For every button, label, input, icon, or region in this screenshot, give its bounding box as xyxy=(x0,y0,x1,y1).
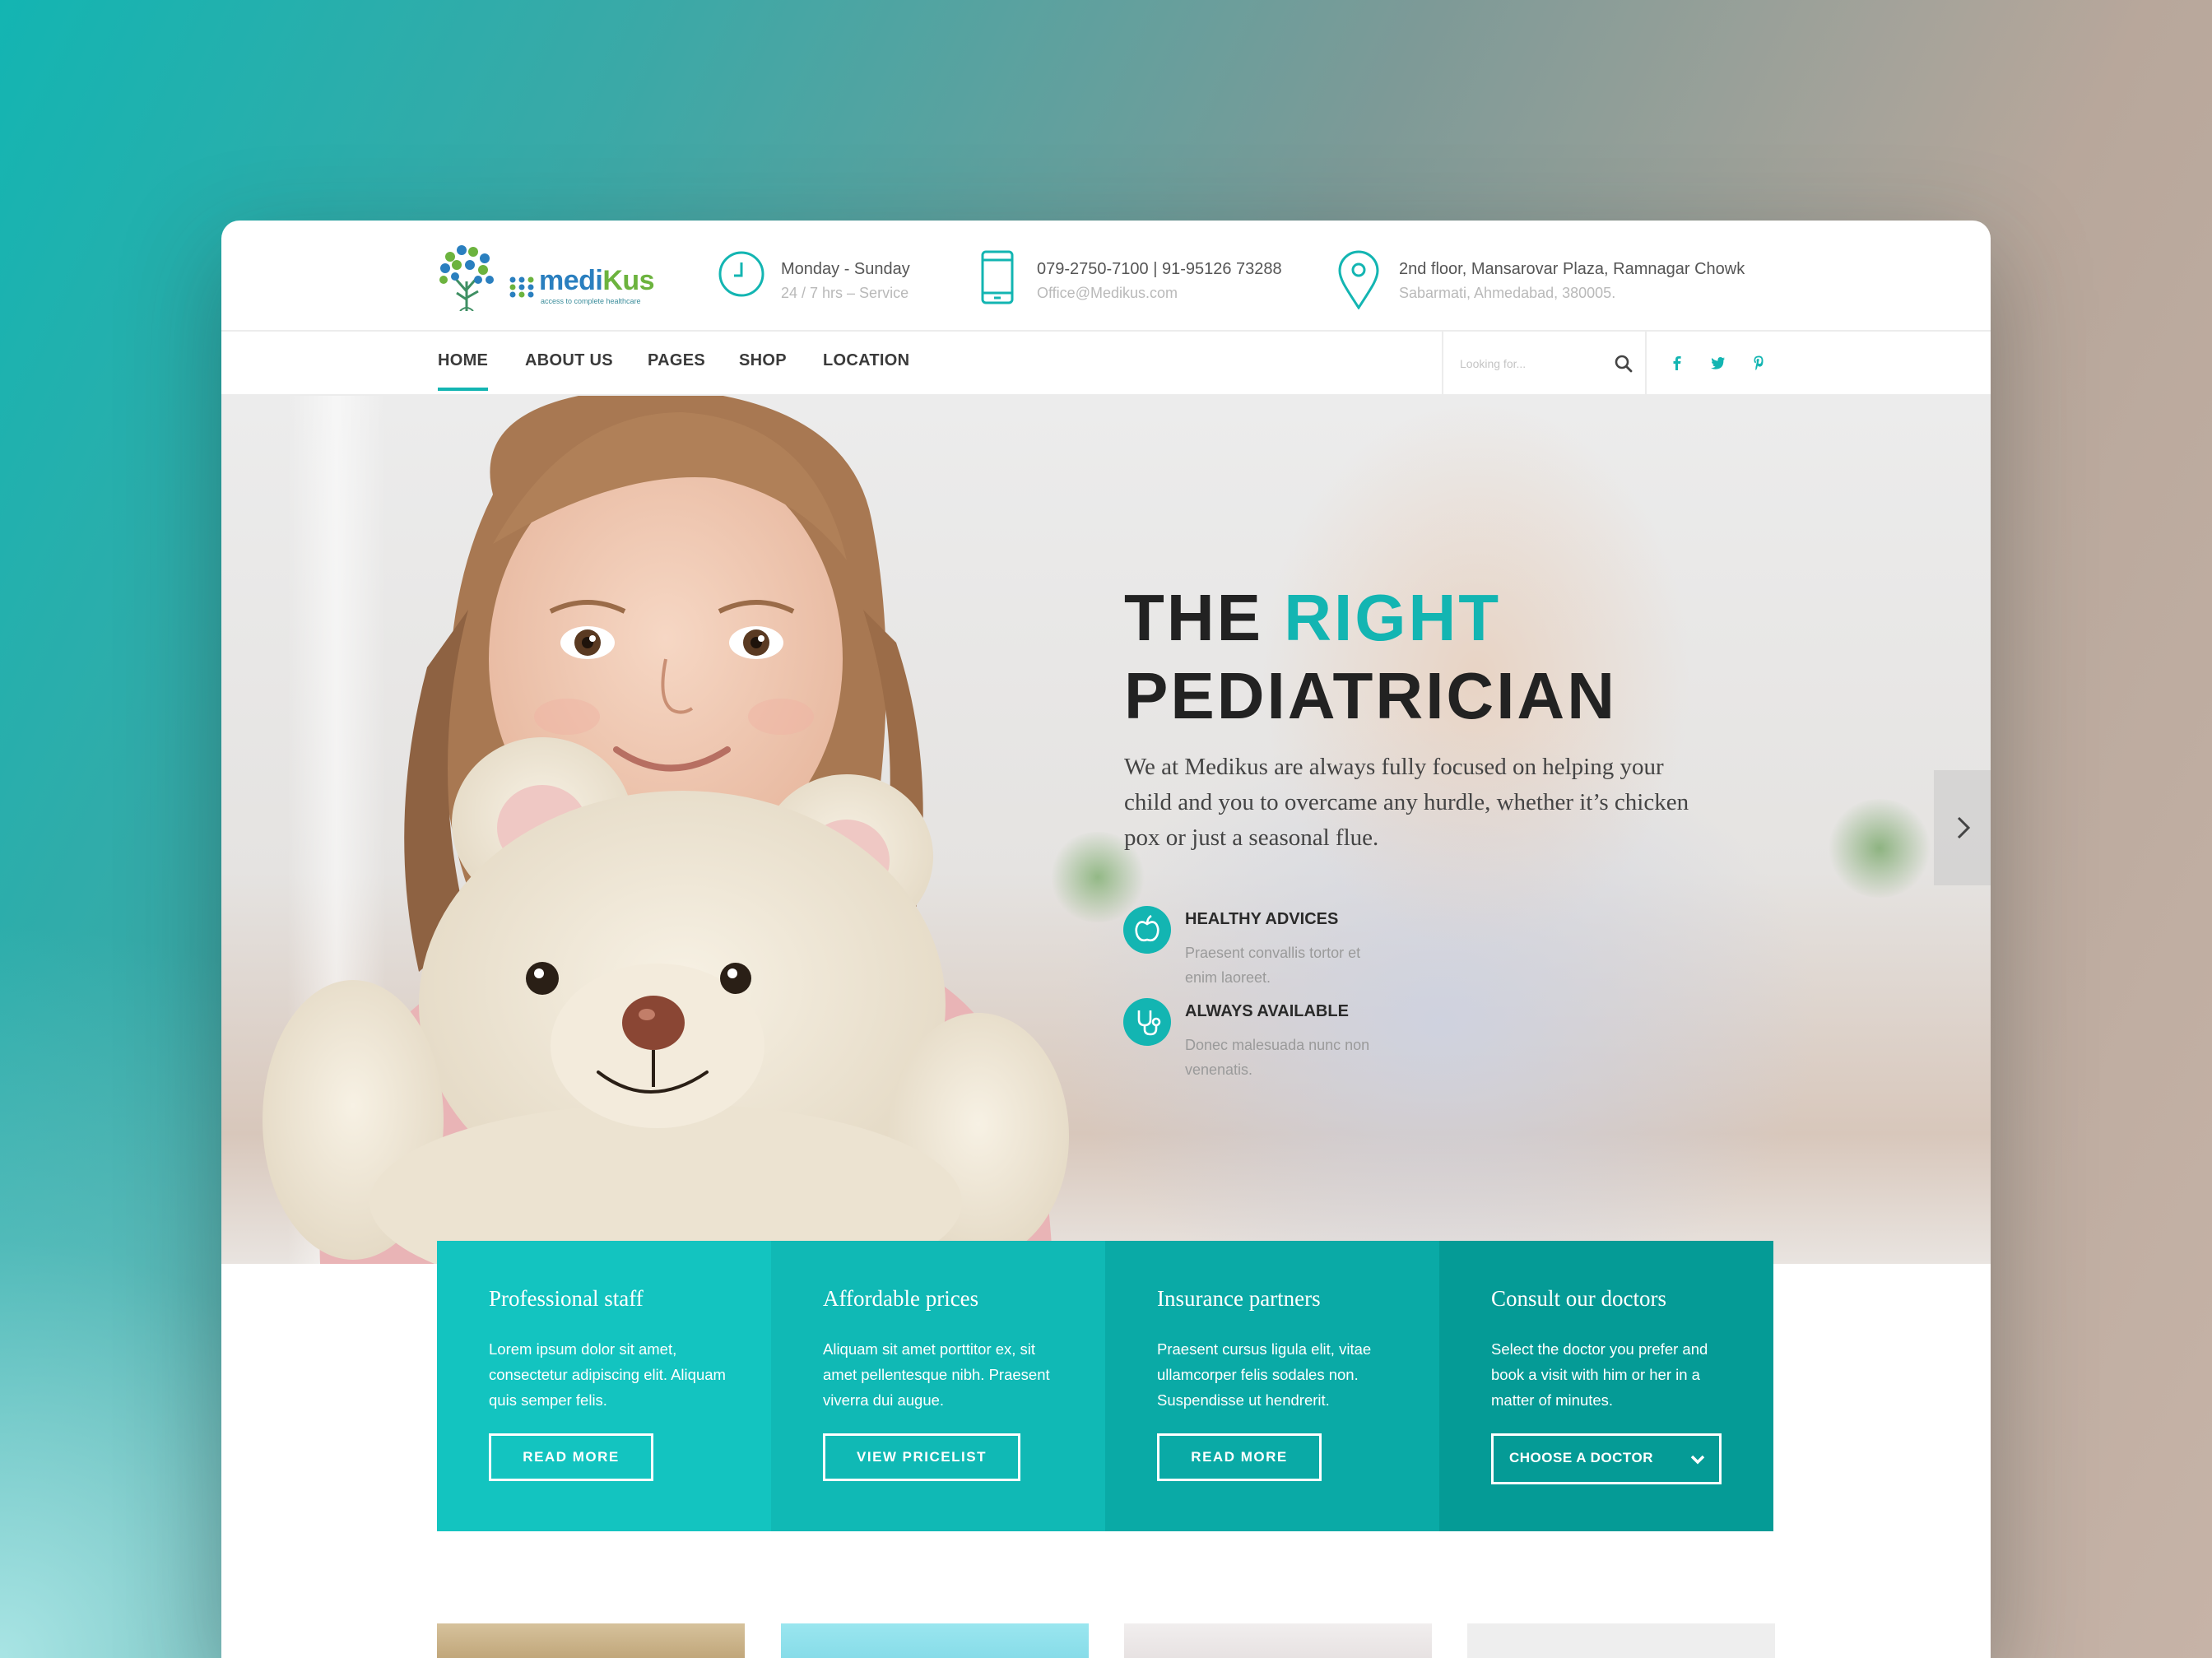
clock-icon xyxy=(718,251,764,297)
search-box xyxy=(1442,332,1647,396)
header-info-bar: mediKus access to complete healthcare Mo… xyxy=(221,221,1991,332)
box-insurance-partners: Insurance partners Praesent cursus ligul… xyxy=(1105,1241,1439,1531)
brand-name: mediKus xyxy=(539,265,655,296)
tree-logo-icon xyxy=(439,245,494,311)
box-text: Aliquam sit amet porttitor ex, sit amet … xyxy=(823,1340,1050,1409)
search-input[interactable] xyxy=(1460,350,1600,378)
box-title: Consult our doctors xyxy=(1491,1286,1666,1311)
apple-icon xyxy=(1123,906,1171,954)
box-professional-staff: Professional staff Lorem ipsum dolor sit… xyxy=(437,1241,771,1531)
dots-logo-icon xyxy=(509,276,534,298)
feature-title: ALWAYS AVAILABLE xyxy=(1185,1002,1349,1020)
main-navigation: HOME ABOUT US PAGES SHOP LOCATION xyxy=(221,332,1991,396)
facebook-icon[interactable] xyxy=(1668,354,1686,372)
pinterest-icon[interactable] xyxy=(1750,354,1768,372)
hero-description: We at Medikus are always fully focused o… xyxy=(1124,754,1689,851)
nav-item-location[interactable]: LOCATION xyxy=(823,351,909,370)
search-icon[interactable] xyxy=(1614,354,1633,374)
box-text: Praesent cursus ligula elit, vitae ullam… xyxy=(1157,1340,1372,1409)
address-line-2: Sabarmati, Ahmedabad, 380005. xyxy=(1399,285,1616,301)
feature-title: HEALTHY ADVICES xyxy=(1185,910,1339,928)
hours-title: Monday - Sunday xyxy=(781,260,910,278)
mobile-phone-icon xyxy=(981,250,1014,304)
box-text: Select the doctor you prefer and book a … xyxy=(1491,1340,1708,1409)
phone-numbers[interactable]: 079-2750-7100 | 91-95126 73288 xyxy=(1037,260,1282,279)
nav-item-about-us[interactable]: ABOUT US xyxy=(525,351,613,370)
box-title: Affordable prices xyxy=(823,1286,979,1311)
chevron-down-icon xyxy=(1690,1455,1705,1465)
location-pin-icon xyxy=(1338,250,1379,309)
box-affordable-prices: Affordable prices Aliquam sit amet portt… xyxy=(771,1241,1105,1531)
choose-doctor-select[interactable]: CHOOSE A DOCTOR xyxy=(1491,1433,1722,1484)
box-consult-doctors: Consult our doctors Select the doctor yo… xyxy=(1439,1241,1773,1531)
feature-text: Donec malesuada nunc non venenatis. xyxy=(1185,1037,1370,1078)
box-title: Insurance partners xyxy=(1157,1286,1321,1311)
twitter-icon[interactable] xyxy=(1708,354,1726,372)
thumbnail-image[interactable] xyxy=(1467,1623,1775,1658)
box-text: Lorem ipsum dolor sit amet, consectetur … xyxy=(489,1340,726,1409)
nav-item-home[interactable]: HOME xyxy=(438,351,489,391)
hero-slider: THE RIGHT PEDIATRICIAN We at Medikus are… xyxy=(221,396,1991,1264)
feature-healthy-advices: HEALTHY ADVICES Praesent convallis torto… xyxy=(1123,906,1420,996)
service-boxes: Professional staff Lorem ipsum dolor sit… xyxy=(437,1241,1773,1531)
feature-always-available: ALWAYS AVAILABLE Donec malesuada nunc no… xyxy=(1123,998,1420,1089)
site-logo[interactable]: mediKus access to complete healthcare xyxy=(437,242,676,311)
email-address[interactable]: Office@Medikus.com xyxy=(1037,285,1178,302)
feature-text: Praesent convallis tortor et enim laoree… xyxy=(1185,945,1361,986)
stethoscope-icon xyxy=(1123,998,1171,1046)
address-line-1: 2nd floor, Mansarovar Plaza, Ramnagar Ch… xyxy=(1399,260,1745,278)
slider-next-button[interactable] xyxy=(1934,770,1991,885)
thumbnail-image[interactable] xyxy=(781,1623,1089,1658)
read-more-button[interactable]: READ MORE xyxy=(1157,1433,1322,1481)
hours-subtitle: 24 / 7 hrs – Service xyxy=(781,285,909,301)
view-pricelist-button[interactable]: VIEW PRICELIST xyxy=(823,1433,1020,1481)
box-title: Professional staff xyxy=(489,1286,644,1311)
hero-title: THE RIGHT PEDIATRICIAN xyxy=(1124,581,1617,732)
nav-item-shop[interactable]: SHOP xyxy=(739,351,787,370)
brand-tagline: access to complete healthcare xyxy=(541,297,641,305)
hero-photo-girl-with-teddy-bear xyxy=(263,396,1069,1264)
chevron-right-icon xyxy=(1957,816,1971,839)
thumbnail-image[interactable] xyxy=(437,1623,745,1658)
thumbnail-image[interactable] xyxy=(1124,1623,1432,1658)
website-window: mediKus access to complete healthcare Mo… xyxy=(221,221,1991,1658)
select-value: CHOOSE A DOCTOR xyxy=(1509,1450,1653,1465)
nav-item-pages[interactable]: PAGES xyxy=(648,351,705,370)
hero-background-plant xyxy=(1826,799,1933,898)
read-more-button[interactable]: READ MORE xyxy=(489,1433,653,1481)
